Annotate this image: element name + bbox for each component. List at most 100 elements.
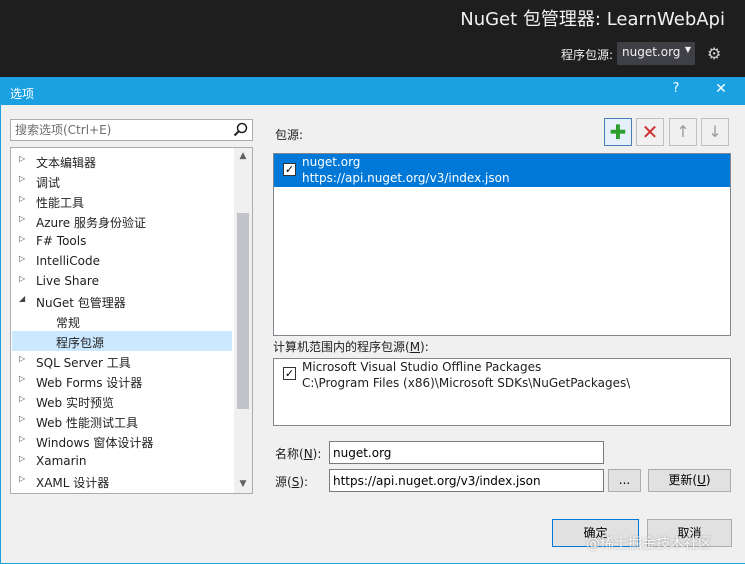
arrow-up-icon: ↑: [676, 122, 690, 141]
expand-icon[interactable]: ▷: [19, 454, 25, 463]
tree-item-label: NuGet 包管理器: [36, 296, 126, 310]
name-label: 名称(N):: [275, 445, 321, 462]
tree-item-intellicode[interactable]: ▷ IntelliCode: [12, 251, 232, 271]
package-source-value: nuget.org: [622, 45, 681, 59]
close-button[interactable]: ✕: [708, 81, 734, 101]
expand-icon[interactable]: ▷: [19, 174, 25, 183]
label-text: 源(: [275, 475, 292, 489]
scrollbar-thumb[interactable]: [237, 213, 249, 409]
tree-item-label: 程序包源: [56, 336, 105, 350]
expand-icon[interactable]: ▷: [19, 374, 25, 383]
package-source-dropdown[interactable]: nuget.org ▼: [617, 42, 695, 65]
tree-item-label: Live Share: [36, 274, 99, 288]
access-key: M: [409, 340, 421, 354]
tree-item-windows-forms-designer[interactable]: ▷ Windows 窗体设计器: [12, 431, 232, 451]
tree-item-performance-tools[interactable]: ▷ 性能工具: [12, 191, 232, 211]
dropdown-arrow-icon: ▼: [684, 45, 691, 54]
list-item[interactable]: ✓ nuget.org https://api.nuget.org/v3/ind…: [274, 154, 730, 187]
tree-item-label: 性能工具: [36, 196, 85, 210]
remove-source-button[interactable]: ✕: [636, 118, 664, 146]
tree-item-label: Xamarin: [36, 454, 87, 468]
watermark: @稀土掘金技术社区: [586, 536, 712, 552]
search-input[interactable]: [11, 120, 226, 140]
update-button[interactable]: 更新(U): [648, 469, 731, 492]
expand-icon[interactable]: ▷: [19, 474, 25, 483]
tree-item-nuget-package-manager[interactable]: ◢ NuGet 包管理器: [12, 291, 232, 311]
label-text: ): [705, 473, 711, 487]
tree-item-web-live-preview[interactable]: ▷ Web 实时预览: [12, 391, 232, 411]
expand-icon[interactable]: ▷: [19, 434, 25, 443]
expand-icon[interactable]: ▷: [19, 154, 25, 163]
machine-sources-label: 计算机范围内的程序包源(M):: [273, 338, 429, 355]
access-key: N: [303, 447, 313, 461]
tree-item-label: Web 实时预览: [36, 396, 114, 410]
scroll-up-icon[interactable]: ▲: [234, 148, 252, 165]
machine-source-checkbox[interactable]: ✓: [283, 367, 296, 380]
add-icon: ✚: [609, 120, 627, 144]
expand-icon[interactable]: ▷: [19, 254, 25, 263]
dialog-title-bar: 选项 ? ✕: [1, 78, 745, 105]
tree-item-xaml-designer[interactable]: ▷ XAML 设计器: [12, 471, 232, 491]
tree-item-live-share[interactable]: ▷ Live Share: [12, 271, 232, 291]
tree-item-sql-server-tools[interactable]: ▷ SQL Server 工具: [12, 351, 232, 371]
search-box[interactable]: [10, 119, 253, 141]
tree-item-debugging[interactable]: ▷ 调试: [12, 171, 232, 191]
expand-icon[interactable]: ▷: [19, 214, 25, 223]
tree-item-package-sources[interactable]: 程序包源: [12, 331, 232, 351]
options-dialog: 选项 ? ✕ ▷ 文本编辑器 ▷ 调试 ▷ 性能工具 ▷ Azure 服务身份验证 ▷ F…: [0, 77, 745, 564]
tree-item-general[interactable]: 常规: [12, 311, 232, 331]
expand-icon[interactable]: ▷: [19, 234, 25, 243]
arrow-down-icon: ↓: [708, 122, 722, 141]
tree-scrollbar[interactable]: ▲ ▼: [234, 148, 252, 493]
tree-item-label: Web 性能测试工具: [36, 416, 138, 430]
tree-item-label: IntelliCode: [36, 254, 100, 268]
options-tree: ▷ 文本编辑器 ▷ 调试 ▷ 性能工具 ▷ Azure 服务身份验证 ▷ F# Tools…: [10, 147, 253, 494]
tree-item-label: Azure 服务身份验证: [36, 216, 146, 230]
move-up-button[interactable]: ↑: [669, 118, 697, 146]
source-url-field[interactable]: [329, 469, 604, 492]
label-text: ):: [312, 447, 322, 461]
expand-icon[interactable]: ▷: [19, 194, 25, 203]
help-button[interactable]: ?: [663, 81, 689, 101]
package-sources-label: 包源:: [275, 128, 304, 142]
machine-source-path: C:\Program Files (x86)\Microsoft SDKs\Nu…: [302, 376, 631, 390]
browse-button[interactable]: ...: [608, 469, 641, 492]
tree-item-label: Web Forms 设计器: [36, 376, 143, 390]
add-source-button[interactable]: ✚: [604, 118, 632, 146]
name-field[interactable]: [329, 441, 604, 464]
source-label: 源(S):: [275, 473, 308, 490]
package-sources-list: ✓ nuget.org https://api.nuget.org/v3/ind…: [273, 153, 731, 336]
tree-item-web-forms-designer[interactable]: ▷ Web Forms 设计器: [12, 371, 232, 391]
expand-icon[interactable]: ▷: [19, 354, 25, 363]
tree-item-label: XAML 设计器: [36, 476, 110, 490]
scroll-down-icon[interactable]: ▼: [234, 476, 252, 493]
dialog-title: 选项: [10, 87, 35, 101]
source-enabled-checkbox[interactable]: ✓: [283, 163, 296, 176]
tree-item-label: 文本编辑器: [36, 156, 97, 170]
tree-item-web-perf-test-tools[interactable]: ▷ Web 性能测试工具: [12, 411, 232, 431]
tree-item-fsharp-tools[interactable]: ▷ F# Tools: [12, 231, 232, 251]
tree-item-label: 调试: [36, 176, 61, 190]
search-icon[interactable]: [233, 122, 248, 137]
tree-item-label: SQL Server 工具: [36, 356, 131, 370]
collapse-icon[interactable]: ◢: [19, 294, 25, 303]
tree-item-label: Windows 窗体设计器: [36, 436, 154, 450]
settings-gear-icon[interactable]: ⚙: [707, 44, 721, 63]
label-text: 名称(: [275, 447, 304, 461]
expand-icon[interactable]: ▷: [19, 394, 25, 403]
tree-item-text-editor[interactable]: ▷ 文本编辑器: [12, 151, 232, 171]
screen: NuGet 包管理器: LearnWebApi 程序包源: nuget.org …: [0, 0, 745, 564]
access-key: U: [697, 473, 706, 487]
label-text: ):: [420, 340, 429, 354]
label-text: 更新(: [668, 473, 698, 487]
machine-sources-list: ✓ Microsoft Visual Studio Offline Packag…: [273, 358, 731, 426]
tree-item-azure-auth[interactable]: ▷ Azure 服务身份验证: [12, 211, 232, 231]
move-down-button[interactable]: ↓: [701, 118, 729, 146]
expand-icon[interactable]: ▷: [19, 414, 25, 423]
source-name: nuget.org: [302, 155, 361, 169]
expand-icon[interactable]: ▷: [19, 274, 25, 283]
label-text: 计算机范围内的程序包源(: [273, 340, 410, 354]
package-source-label: 程序包源:: [561, 48, 614, 62]
nuget-header: NuGet 包管理器: LearnWebApi 程序包源: nuget.org …: [0, 0, 745, 77]
tree-item-xamarin[interactable]: ▷ Xamarin: [12, 451, 232, 471]
